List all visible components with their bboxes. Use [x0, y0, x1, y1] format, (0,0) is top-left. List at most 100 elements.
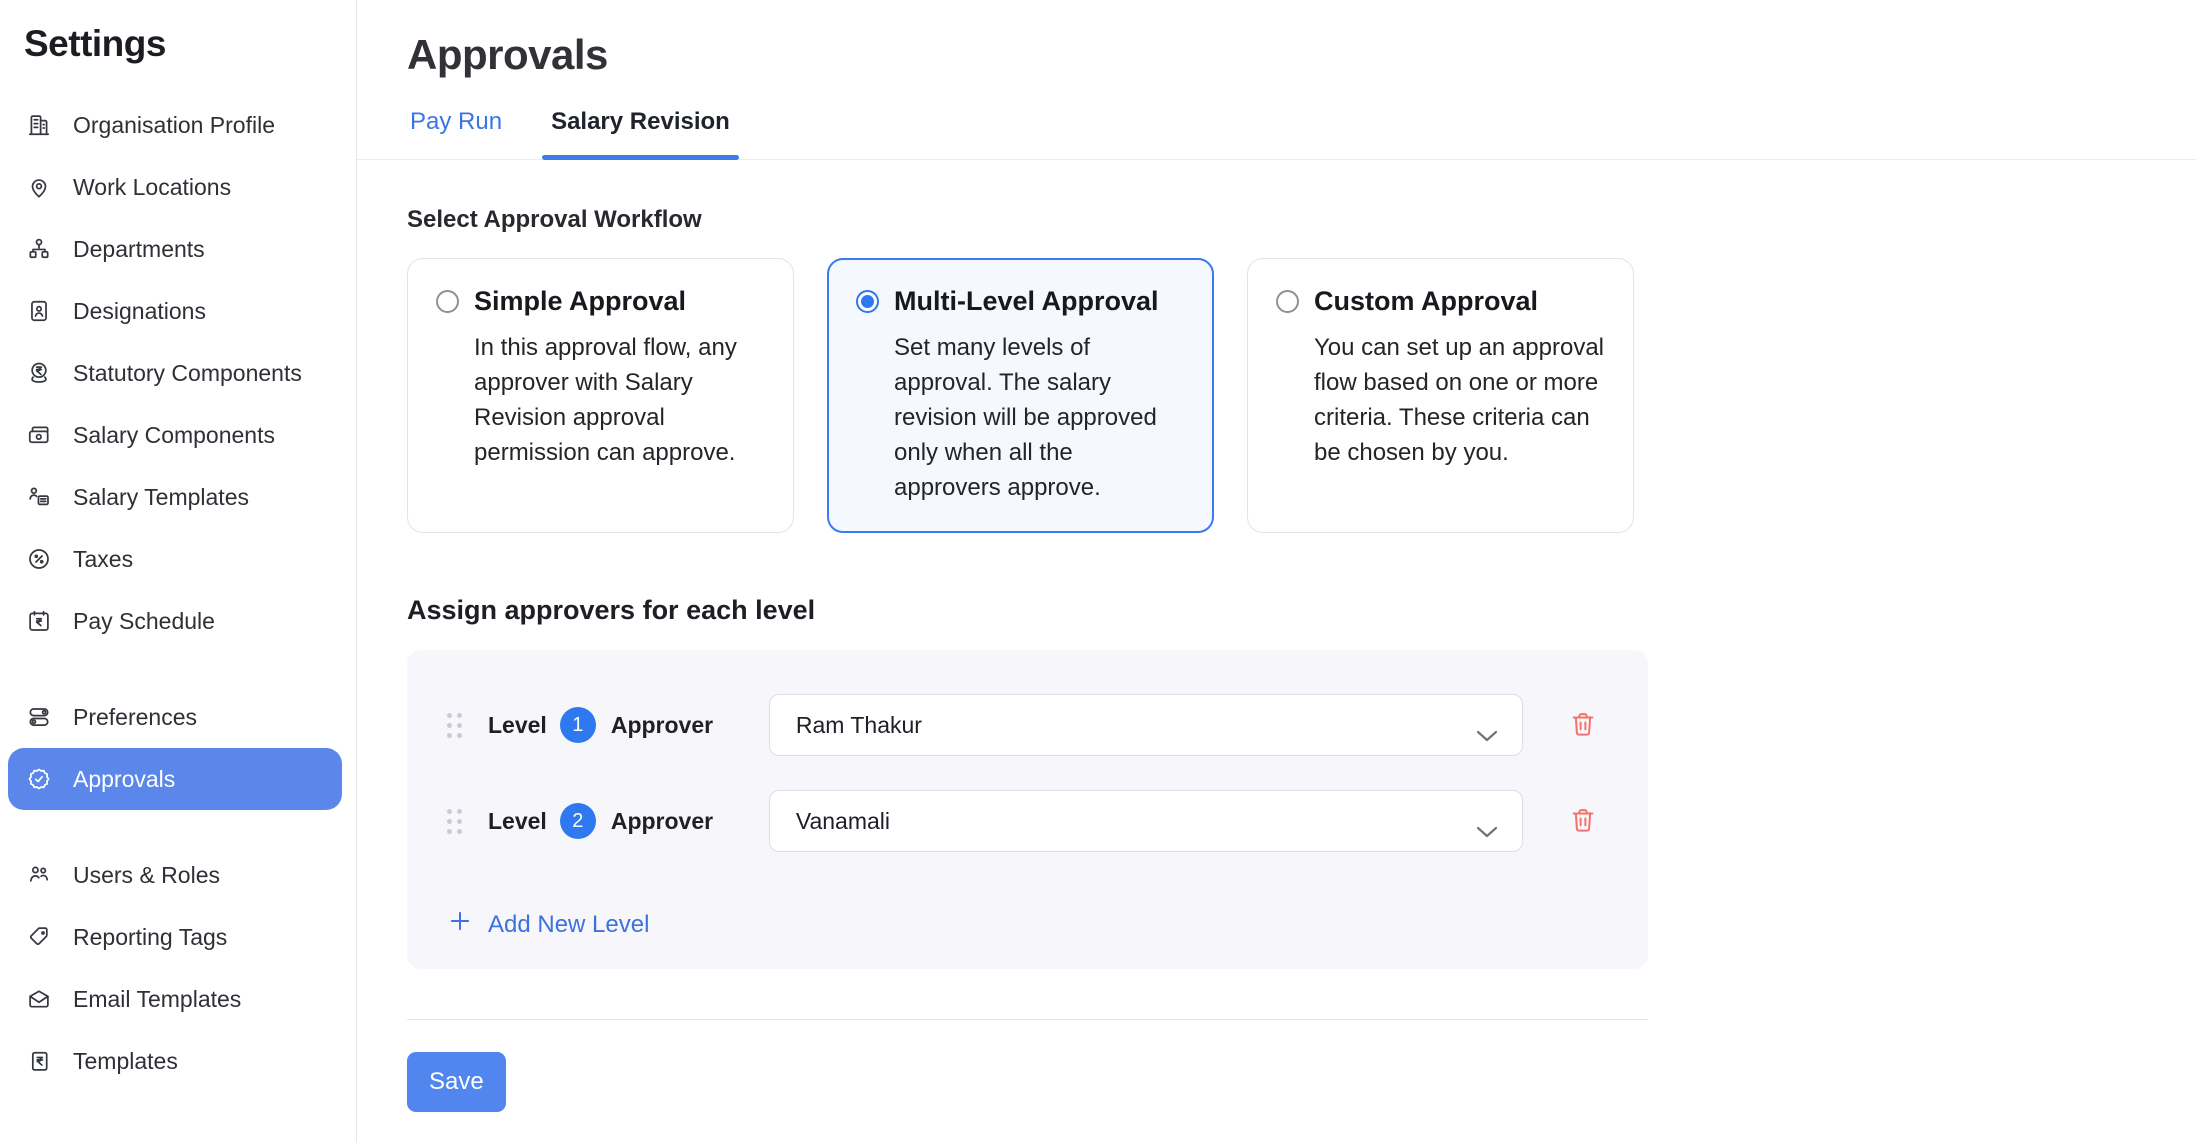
add-new-level-button[interactable]: Add New Level [447, 908, 649, 941]
sidebar-item-preferences[interactable]: Preferences [8, 686, 342, 748]
sidebar-item-label: Taxes [73, 546, 133, 573]
sidebar-item-label: Statutory Components [73, 360, 302, 387]
chevron-down-icon [1476, 817, 1498, 844]
workflow-card-simple-approval[interactable]: Simple Approval In this approval flow, a… [407, 258, 794, 533]
level-number-badge: 1 [560, 707, 596, 743]
sidebar-item-templates[interactable]: Templates [8, 1030, 342, 1092]
sidebar-item-organisation-profile[interactable]: Organisation Profile [8, 94, 342, 156]
approver-levels-panel: Level 1 Approver Ram Thakur [407, 650, 1648, 969]
sidebar-item-designations[interactable]: Designations [8, 280, 342, 342]
sidebar-item-approvals[interactable]: Approvals [8, 748, 342, 810]
sidebar-item-label: Salary Templates [73, 484, 249, 511]
add-new-level-label: Add New Level [488, 911, 649, 939]
levels-section-heading: Assign approvers for each level [407, 595, 2196, 626]
tab-salary-revision[interactable]: Salary Revision [551, 108, 730, 159]
sidebar-item-work-locations[interactable]: Work Locations [8, 156, 342, 218]
preferences-icon [26, 704, 52, 730]
workflow-section-heading: Select Approval Workflow [407, 206, 2196, 234]
approvals-badge-check-icon [26, 766, 52, 792]
trash-icon [1568, 709, 1598, 742]
workflow-card-custom-approval[interactable]: Custom Approval You can set up an approv… [1247, 258, 1634, 533]
sidebar-item-salary-templates[interactable]: Salary Templates [8, 466, 342, 528]
email-templates-icon [26, 986, 52, 1012]
sidebar-item-taxes[interactable]: Taxes [8, 528, 342, 590]
approver-label: Approver [611, 712, 713, 739]
save-button[interactable]: Save [407, 1052, 506, 1112]
departments-icon [26, 236, 52, 262]
tab-pay-run[interactable]: Pay Run [410, 108, 502, 159]
pay-schedule-icon [26, 608, 52, 634]
sidebar-item-label: Work Locations [73, 174, 231, 201]
sidebar-item-label: Reporting Tags [73, 924, 227, 951]
taxes-icon [26, 546, 52, 572]
sidebar-title: Settings [24, 22, 349, 66]
sidebar-item-label: Pay Schedule [73, 608, 215, 635]
approver-select-level-1[interactable]: Ram Thakur [769, 694, 1523, 756]
level-row-1: Level 1 Approver Ram Thakur [447, 694, 1608, 756]
approver-select-level-2[interactable]: Vanamali [769, 790, 1523, 852]
card-head: Multi-Level Approval [856, 286, 1185, 317]
sidebar-group-gap [8, 810, 349, 844]
level-label: Level [488, 712, 547, 739]
sidebar-item-departments[interactable]: Departments [8, 218, 342, 280]
sidebar-item-statutory-components[interactable]: Statutory Components [8, 342, 342, 404]
main-content: Approvals Pay Run Salary Revision Select… [357, 0, 2196, 1142]
card-head: Custom Approval [1276, 286, 1605, 317]
templates-icon [26, 1048, 52, 1074]
card-description: In this approval flow, any approver with… [474, 330, 765, 470]
approver-select-value: Vanamali [796, 808, 890, 835]
card-head: Simple Approval [436, 286, 765, 317]
sidebar-item-pay-schedule[interactable]: Pay Schedule [8, 590, 342, 652]
sidebar-group-gap [8, 652, 349, 686]
sidebar-item-label: Approvals [73, 766, 175, 793]
radio-button[interactable] [436, 290, 459, 313]
sidebar-item-reporting-tags[interactable]: Reporting Tags [8, 906, 342, 968]
level-label: Level [488, 808, 547, 835]
tab-bar: Pay Run Salary Revision [357, 80, 2196, 160]
tab-content: Select Approval Workflow Simple Approval… [357, 206, 2196, 1142]
radio-button[interactable] [1276, 290, 1299, 313]
chevron-down-icon [1476, 721, 1498, 748]
designations-icon [26, 298, 52, 324]
level-number-badge: 2 [560, 803, 596, 839]
plus-icon [447, 908, 473, 941]
level-row-2: Level 2 Approver Vanamali [447, 790, 1608, 852]
reporting-tags-icon [26, 924, 52, 950]
sidebar-item-label: Email Templates [73, 986, 241, 1013]
card-title: Simple Approval [474, 286, 686, 317]
app-window: Settings Organisation Profile Work Locat… [0, 0, 2196, 1142]
page-title: Approvals [407, 30, 2196, 80]
users-roles-icon [26, 862, 52, 888]
sidebar-item-label: Departments [73, 236, 205, 263]
approver-select-value: Ram Thakur [796, 712, 922, 739]
drag-handle-icon[interactable] [447, 809, 462, 834]
sidebar-item-label: Designations [73, 298, 206, 325]
statutory-components-icon [26, 360, 52, 386]
workflow-card-multi-level-approval[interactable]: Multi-Level Approval Set many levels of … [827, 258, 1214, 533]
sidebar-item-label: Preferences [73, 704, 197, 731]
workflow-options: Simple Approval In this approval flow, a… [407, 258, 2196, 533]
delete-level-button[interactable] [1567, 709, 1599, 741]
card-title: Multi-Level Approval [894, 286, 1159, 317]
section-divider [407, 1019, 1648, 1020]
card-description: Set many levels of approval. The salary … [894, 330, 1185, 505]
sidebar-item-users-roles[interactable]: Users & Roles [8, 844, 342, 906]
radio-button-checked[interactable] [856, 290, 879, 313]
approver-label: Approver [611, 808, 713, 835]
trash-icon [1568, 805, 1598, 838]
sidebar-item-salary-components[interactable]: Salary Components [8, 404, 342, 466]
drag-handle-icon[interactable] [447, 713, 462, 738]
sidebar-item-label: Organisation Profile [73, 112, 275, 139]
card-description: You can set up an approval flow based on… [1314, 330, 1605, 470]
organisation-profile-icon [26, 112, 52, 138]
card-title: Custom Approval [1314, 286, 1538, 317]
sidebar-item-label: Users & Roles [73, 862, 220, 889]
salary-components-icon [26, 422, 52, 448]
sidebar-item-email-templates[interactable]: Email Templates [8, 968, 342, 1030]
work-locations-icon [26, 174, 52, 200]
sidebar-item-label: Templates [73, 1048, 178, 1075]
sidebar-item-label: Salary Components [73, 422, 275, 449]
salary-templates-icon [26, 484, 52, 510]
delete-level-button[interactable] [1567, 805, 1599, 837]
settings-sidebar: Settings Organisation Profile Work Locat… [0, 0, 357, 1142]
